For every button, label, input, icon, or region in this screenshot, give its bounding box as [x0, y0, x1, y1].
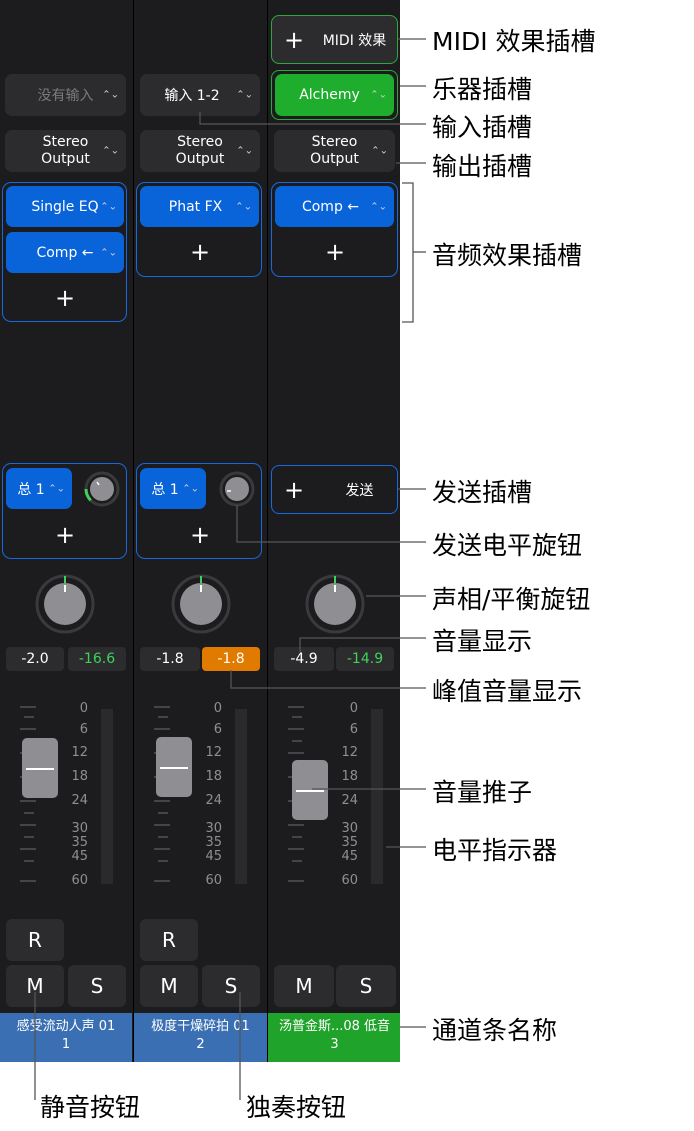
callout-volume-fader: 音量推子 [432, 778, 533, 807]
callout-pan-knob: 声相/平衡旋钮 [432, 585, 591, 614]
callout-volume-display: 音量显示 [432, 627, 533, 656]
callout-mute-button: 静音按钮 [40, 1093, 141, 1122]
callout-solo-button: 独奏按钮 [246, 1093, 347, 1122]
callout-level-meter: 电平指示器 [432, 836, 558, 865]
callout-peak-display: 峰值音量显示 [432, 677, 583, 706]
leader-send-knob [236, 505, 426, 543]
callout-input-slot: 输入插槽 [432, 113, 533, 142]
callout-send-slot: 发送插槽 [432, 478, 533, 507]
callout-send-level-knob: 发送电平旋钮 [432, 531, 583, 560]
callout-strip-name: 通道条名称 [432, 1016, 558, 1045]
leader-audio-fx-bracket [402, 182, 414, 323]
callout-instrument-slot: 乐器插槽 [432, 75, 533, 104]
leader-input [199, 112, 426, 125]
callout-output-slot: 输出插槽 [432, 152, 533, 181]
callout-midi-fx-slot: MIDI 效果插槽 [432, 27, 596, 56]
callout-audio-fx-slot: 音频效果插槽 [432, 241, 583, 270]
leader-peak [230, 670, 426, 689]
callout-lines [34, 38, 426, 1100]
leader-volume [299, 637, 426, 652]
